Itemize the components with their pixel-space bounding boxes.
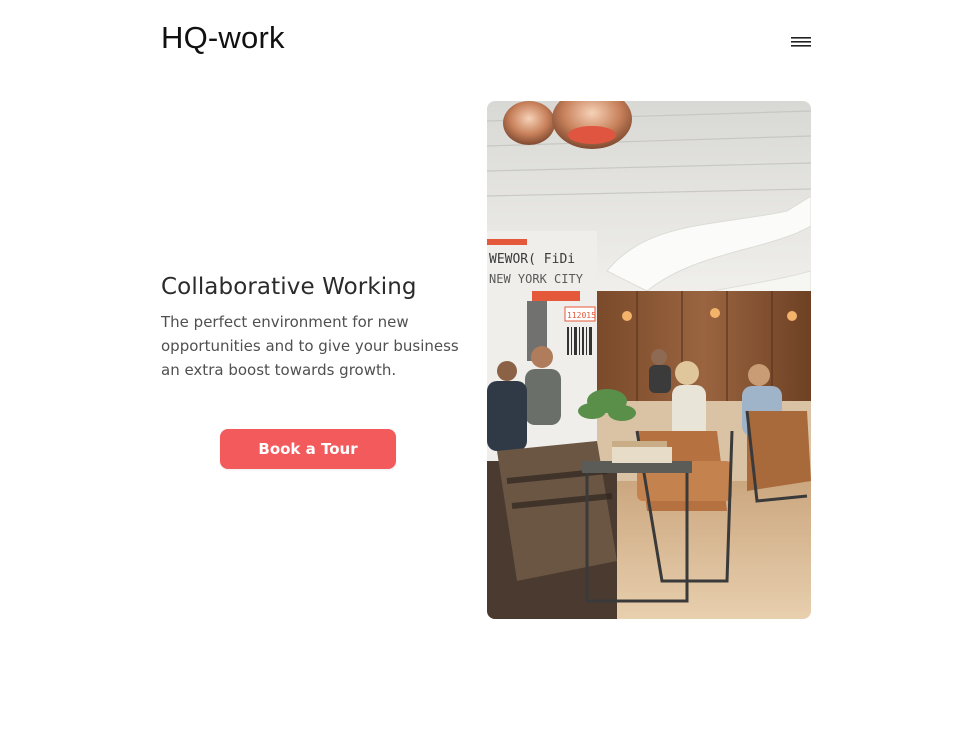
hero-title: Collaborative Working	[161, 274, 417, 300]
hamburger-menu-icon	[791, 37, 811, 47]
hero-description: The perfect environment for new opportun…	[161, 313, 459, 379]
page: HQ-work Collaborative Working The perfec…	[0, 0, 970, 739]
book-a-tour-button[interactable]: Book a Tour	[220, 429, 396, 469]
wall-sign-number: 112015	[567, 311, 596, 320]
coworking-space-photo: WEWOR( FiDi NEW YORK CITY 112015	[487, 101, 811, 619]
site-logo[interactable]: HQ-work	[161, 18, 285, 58]
hamburger-menu-button[interactable]	[786, 32, 816, 52]
wall-sign-line1: WEWOR( FiDi	[489, 252, 575, 267]
hero-text-block: Collaborative Working The perfect enviro…	[161, 270, 461, 382]
wall-sign-line2: NEW YORK CITY	[489, 272, 584, 286]
coworking-photo-illustration: WEWOR( FiDi NEW YORK CITY 112015	[487, 101, 811, 619]
